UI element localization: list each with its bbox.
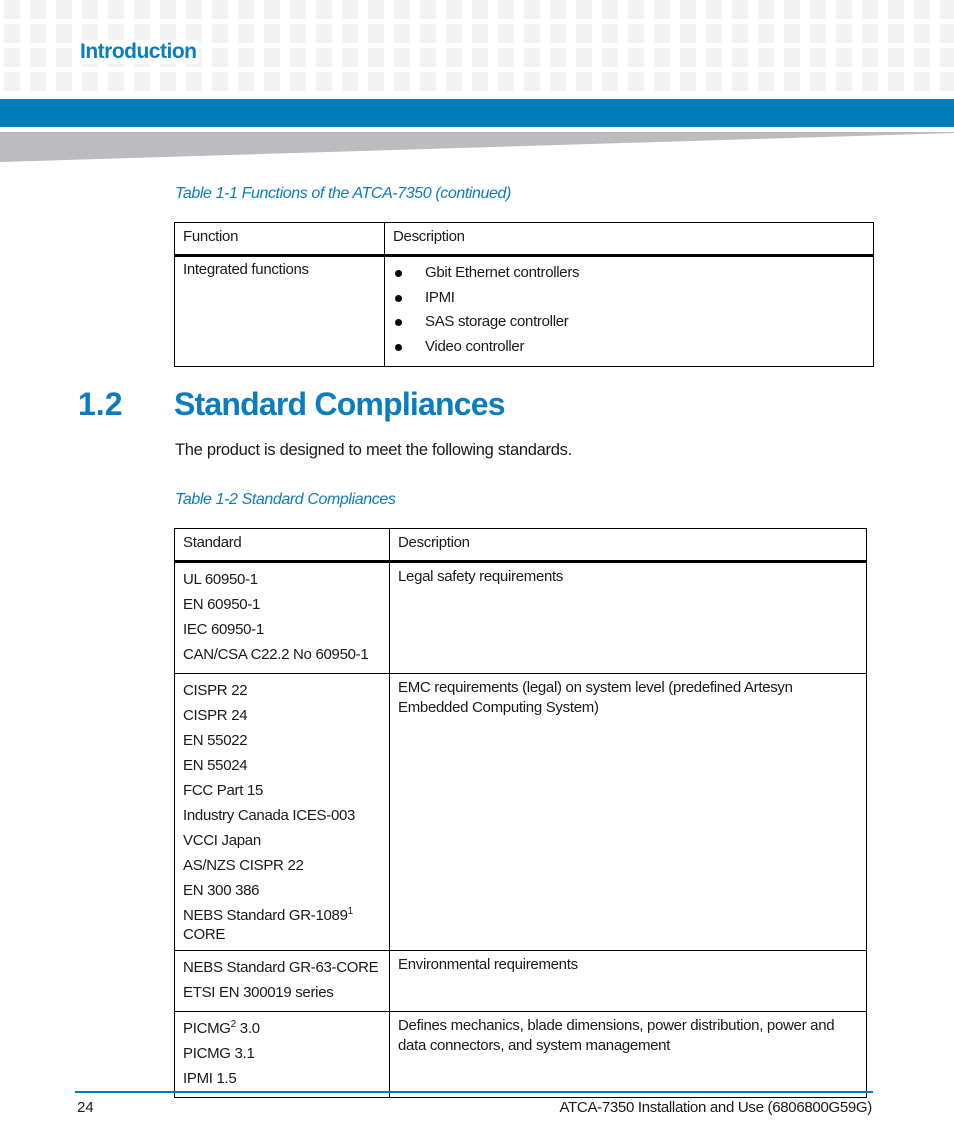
bullet-icon: [395, 319, 402, 327]
table1-caption: Table 1-1 Functions of the ATCA-7350 (co…: [175, 185, 511, 202]
list-item: Gbit Ethernet controllers: [393, 261, 865, 286]
list-item: SAS storage controller: [393, 310, 865, 335]
description-cell: Legal safety requirements: [389, 561, 867, 674]
list-item-text: IPMI: [425, 288, 455, 306]
standard-item: IEC 60950-1: [183, 621, 264, 638]
table-row: PICMG2 3.0 PICMG 3.1 IPMI 1.5 Defines me…: [174, 1011, 867, 1098]
standards-cell: PICMG2 3.0 PICMG 3.1 IPMI 1.5: [174, 1011, 390, 1098]
bullet-icon: [395, 344, 402, 352]
list-item: Video controller: [393, 335, 865, 360]
footer-rule: [75, 1091, 873, 1093]
description-text: Defines mechanics, blade dimensions, pow…: [398, 1017, 835, 1054]
table-row: Integrated functions Gbit Ethernet contr…: [174, 255, 874, 367]
nebs-text: NEBS Standard GR-1089: [183, 907, 348, 924]
standard-item: EN 60950-1: [183, 596, 261, 613]
standard-item: CAN/CSA C22.2 No 60950-1: [183, 646, 369, 663]
chapter-title: Introduction: [78, 40, 199, 64]
standard-item: CISPR 22: [183, 682, 248, 699]
standard-item: UL 60950-1: [183, 571, 258, 588]
nebs-tail: CORE: [183, 926, 226, 943]
standard-item: NEBS Standard GR-63-CORE: [183, 959, 379, 976]
description-text: Environmental requirements: [398, 956, 578, 973]
description-cell: EMC requirements (legal) on system level…: [389, 673, 867, 951]
standard-item: PICMG 3.1: [183, 1045, 255, 1062]
list-item-text: SAS storage controller: [425, 313, 569, 331]
description-text: Legal safety requirements: [398, 568, 564, 585]
standards-cell: NEBS Standard GR-63-CORE ETSI EN 300019 …: [174, 950, 390, 1012]
page-number: 24: [77, 1099, 94, 1116]
table2-caption: Table 1-2 Standard Compliances: [175, 491, 396, 508]
standard-item: FCC Part 15: [183, 782, 264, 799]
table1-header-function: Function: [174, 222, 385, 257]
picmg-tail: 3.0: [235, 1020, 260, 1037]
standards-cell: CISPR 22 CISPR 24 EN 55022 EN 55024 FCC …: [174, 673, 390, 951]
standard-item: CISPR 24: [183, 707, 248, 724]
table-row: UL 60950-1 EN 60950-1 IEC 60950-1 CAN/CS…: [174, 561, 867, 674]
table2-standard-compliances: Standard Description UL 60950-1 EN 60950…: [174, 528, 867, 1098]
table1-description-cell: Gbit Ethernet controllers IPMI SAS stora…: [384, 255, 874, 367]
section-number: 1.2: [78, 386, 123, 422]
table1-function-cell: Integrated functions: [174, 255, 385, 367]
standard-item: EN 300 386: [183, 882, 260, 899]
description-cell: Defines mechanics, blade dimensions, pow…: [389, 1011, 867, 1098]
bullet-icon: [395, 270, 402, 277]
standard-item-picmg: PICMG2 3.0: [183, 1016, 381, 1041]
standard-item: EN 55024: [183, 757, 248, 774]
standard-item: IPMI 1.5: [183, 1070, 237, 1087]
standards-cell: UL 60950-1 EN 60950-1 IEC 60950-1 CAN/CS…: [174, 561, 390, 674]
table-row: NEBS Standard GR-63-CORE ETSI EN 300019 …: [174, 950, 867, 1012]
description-cell: Environmental requirements: [389, 950, 867, 1012]
footnote-ref[interactable]: 1: [348, 906, 354, 917]
header-grey-wedge: [0, 132, 954, 162]
bullet-list: Gbit Ethernet controllers IPMI SAS stora…: [393, 261, 865, 360]
bullet-icon: [395, 294, 402, 302]
description-text: EMC requirements (legal) on system level…: [398, 679, 793, 716]
table-row: CISPR 22 CISPR 24 EN 55022 EN 55024 FCC …: [174, 673, 867, 951]
footer-doc-title: ATCA-7350 Installation and Use (6806800G…: [559, 1099, 872, 1116]
table2-header-standard: Standard: [174, 528, 390, 563]
standard-item: VCCI Japan: [183, 832, 261, 849]
standard-item: AS/NZS CISPR 22: [183, 857, 304, 874]
table1-functions: Function Description Integrated function…: [174, 222, 874, 367]
section-intro: The product is designed to meet the foll…: [175, 441, 572, 459]
standard-item: ETSI EN 300019 series: [183, 984, 334, 1001]
standard-item: Industry Canada ICES-003: [183, 807, 356, 824]
list-item: IPMI: [393, 286, 865, 311]
table2-header-description: Description: [389, 528, 867, 563]
list-item-text: Gbit Ethernet controllers: [425, 264, 580, 281]
standard-item: EN 55022: [183, 732, 248, 749]
table1-header-description: Description: [384, 222, 874, 257]
section-title: Standard Compliances: [174, 386, 506, 422]
header-blue-band: [0, 99, 954, 127]
picmg-text: PICMG: [183, 1020, 231, 1037]
standard-item-nebs: NEBS Standard GR-10891 CORE: [183, 906, 381, 944]
list-item-text: Video controller: [425, 338, 525, 356]
